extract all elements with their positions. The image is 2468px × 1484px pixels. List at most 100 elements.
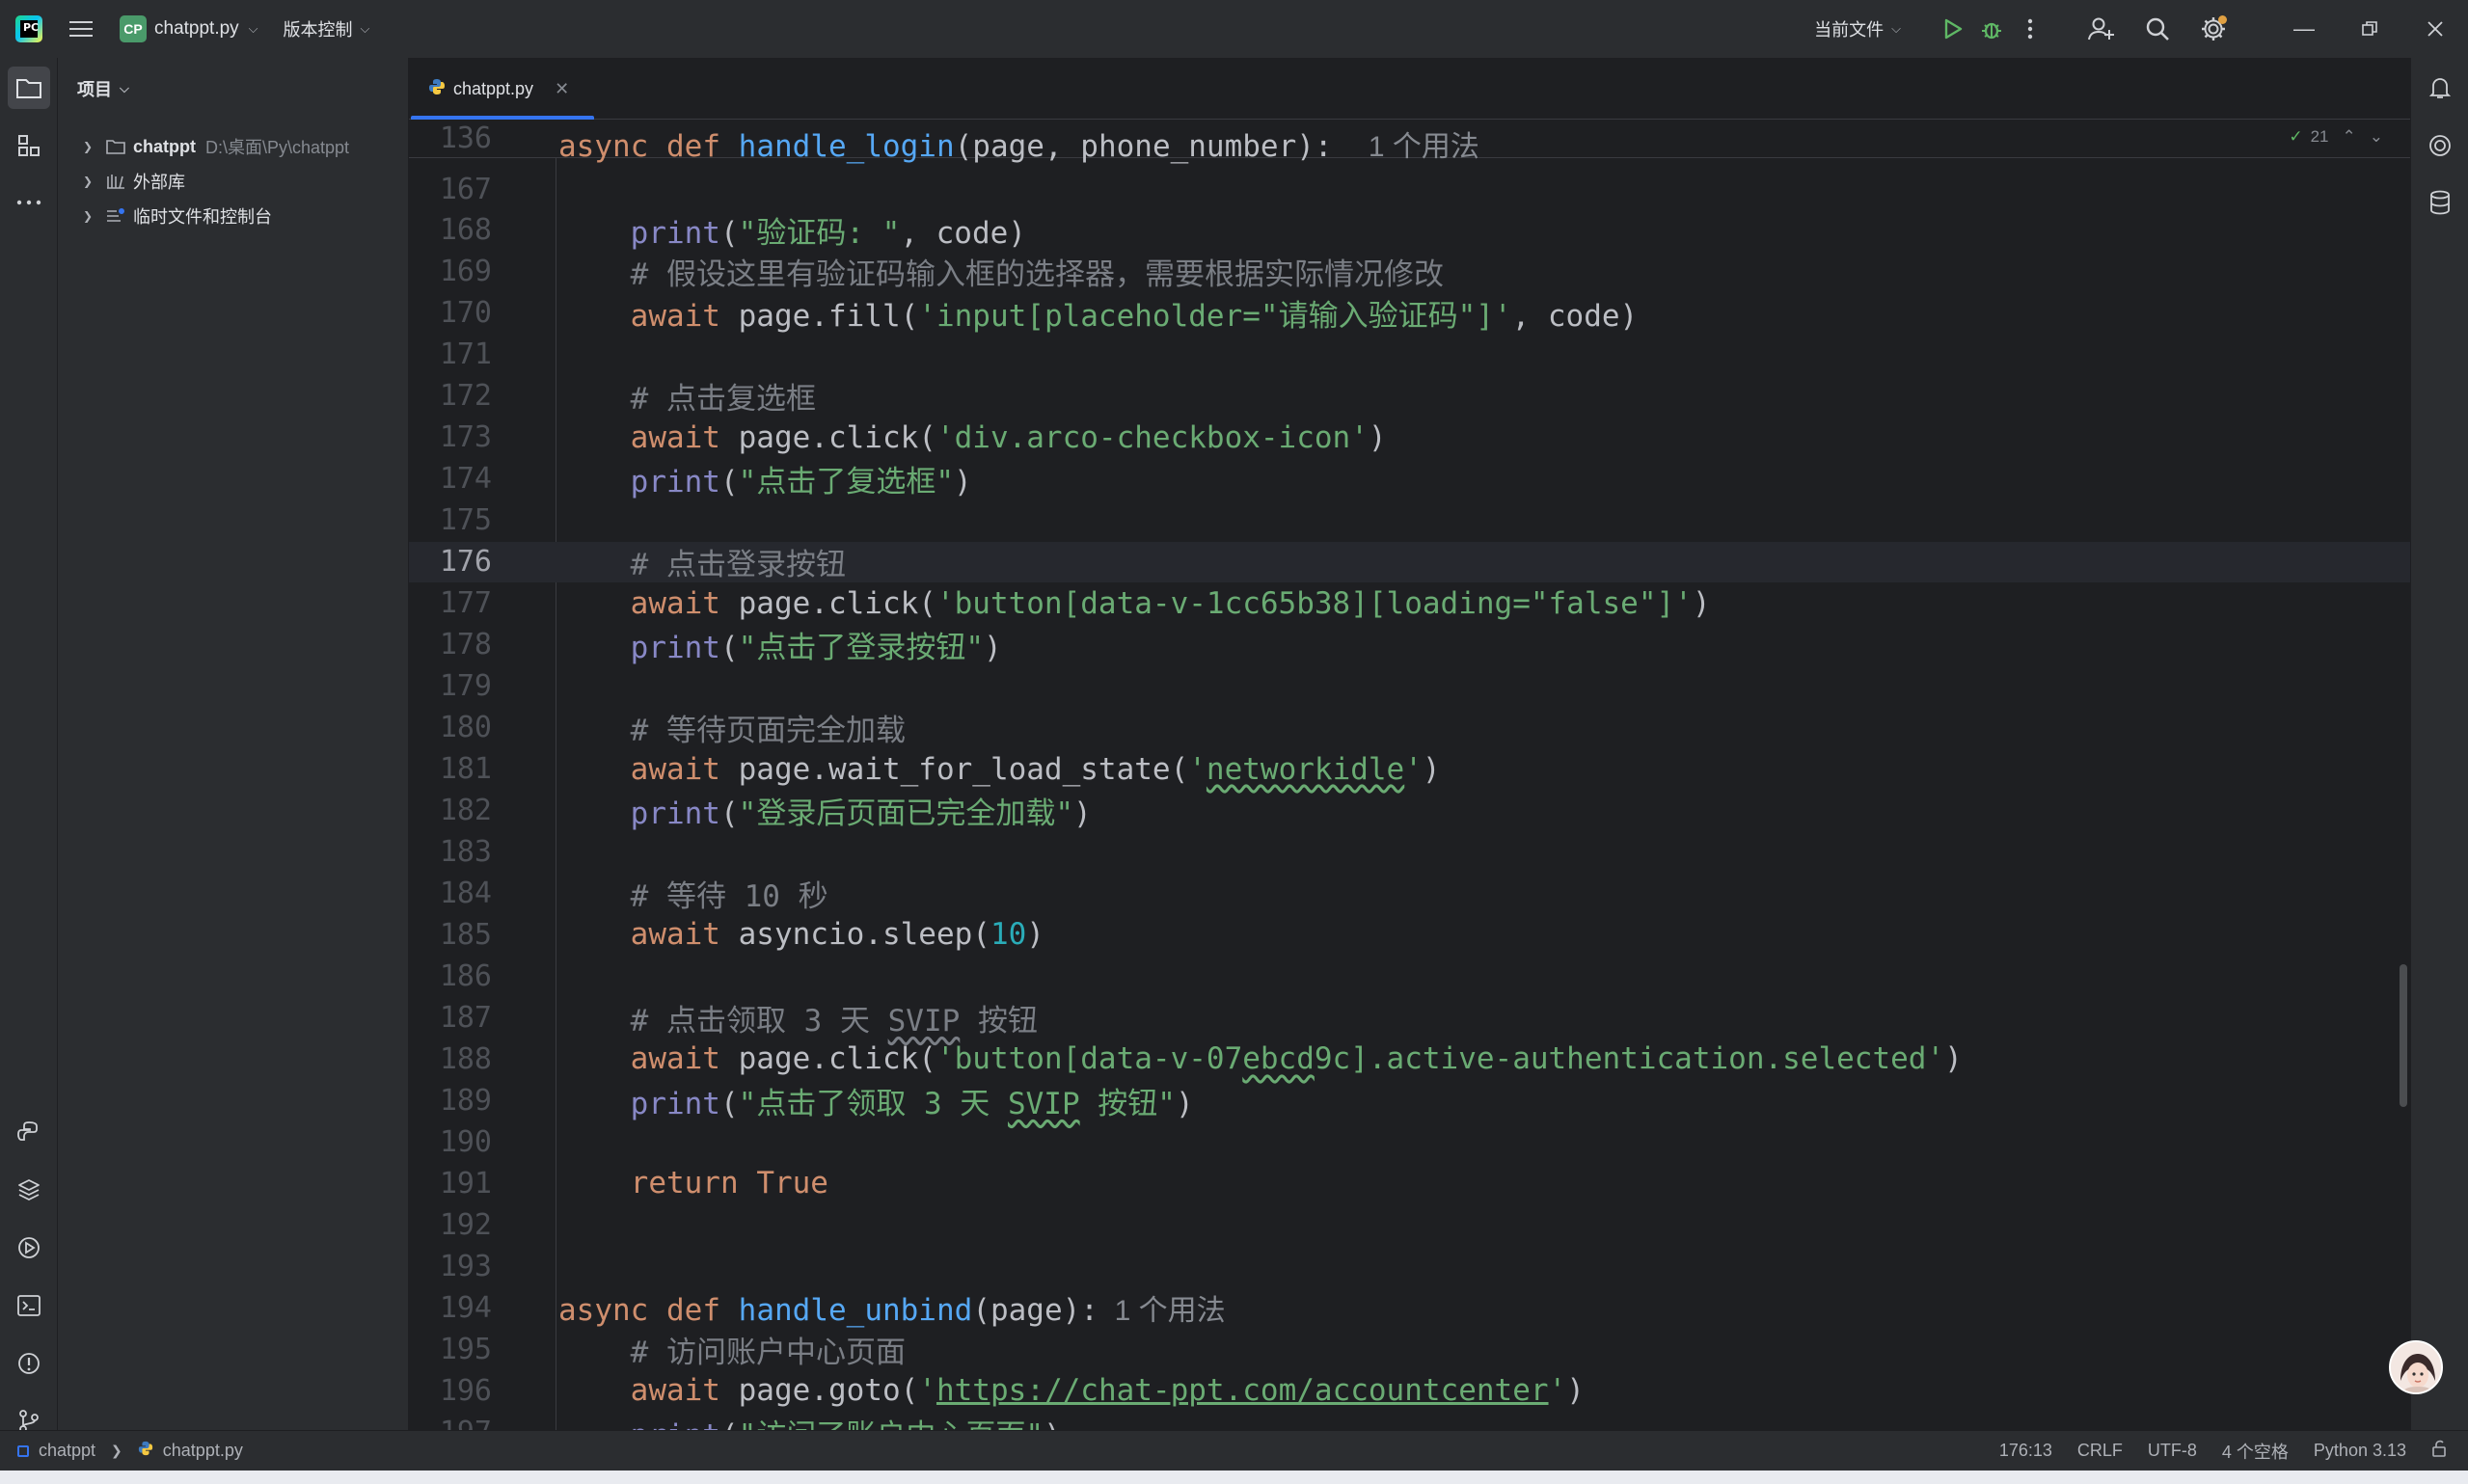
folder-icon bbox=[106, 138, 127, 155]
code-line[interactable]: 167 bbox=[409, 169, 2410, 209]
string-typo: networkidle bbox=[1206, 751, 1405, 787]
code-line[interactable]: 174 print("点击了复选框") bbox=[409, 459, 2410, 499]
code-line[interactable]: 194 async def handle_unbind(page): 1 个用法 bbox=[409, 1287, 2410, 1329]
chevron-up-icon[interactable]: ⌃ bbox=[2343, 127, 2356, 147]
code-line[interactable]: 176 # 点击登录按钮 bbox=[409, 540, 2410, 583]
line-number: 189 bbox=[439, 1083, 492, 1118]
more-tools-icon[interactable] bbox=[8, 181, 50, 224]
project-tool-icon[interactable] bbox=[8, 67, 50, 109]
breadcrumb-project[interactable]: chatppt bbox=[39, 1441, 95, 1461]
chevron-right-icon[interactable]: ❯ bbox=[83, 175, 96, 188]
chevron-right-icon[interactable]: ❯ bbox=[83, 209, 96, 223]
lock-icon[interactable] bbox=[2431, 1440, 2449, 1462]
code-text: page.click( bbox=[719, 1041, 936, 1077]
python-interpreter[interactable]: Python 3.13 bbox=[2314, 1441, 2406, 1461]
notifications-bell-icon[interactable] bbox=[2419, 67, 2461, 109]
services-icon[interactable] bbox=[8, 1227, 50, 1269]
project-widget[interactable]: CP chatppt.py ⌵ bbox=[120, 15, 258, 42]
code-editor[interactable]: 136 async def handle_login(page, phone_n… bbox=[409, 120, 2410, 1430]
line-number: 170 bbox=[439, 296, 492, 331]
vcs-widget[interactable]: 版本控制 ⌵ bbox=[284, 16, 370, 41]
settings-gear-icon[interactable] bbox=[2194, 10, 2233, 48]
terminal-icon[interactable] bbox=[8, 1284, 50, 1327]
tree-item-label: 临时文件和控制台 bbox=[133, 207, 272, 227]
code-line[interactable]: 196 await page.goto('https://chat-ppt.co… bbox=[409, 1370, 2410, 1411]
usage-hint[interactable]: 1 个用法 bbox=[1098, 1295, 1226, 1327]
search-icon[interactable] bbox=[2138, 10, 2177, 48]
more-vertical-icon[interactable] bbox=[2011, 10, 2049, 48]
code-line[interactable]: 181 await page.wait_for_load_state('netw… bbox=[409, 749, 2410, 790]
code-line[interactable]: 191 return True bbox=[409, 1163, 2410, 1203]
file-encoding[interactable]: UTF-8 bbox=[2148, 1441, 2197, 1461]
code-line[interactable]: 190 bbox=[409, 1121, 2410, 1162]
code-line[interactable]: 188 await page.click('button[data-v-07eb… bbox=[409, 1039, 2410, 1079]
line-number: 187 bbox=[439, 1000, 492, 1035]
code-line[interactable]: 182 print("登录后页面已完全加载") bbox=[409, 791, 2410, 831]
line-number: 183 bbox=[439, 834, 492, 869]
run-icon[interactable] bbox=[1934, 10, 1972, 48]
code-line[interactable]: 177 await page.click('button[data-v-1cc6… bbox=[409, 583, 2410, 624]
usage-hint[interactable]: 1 个用法 bbox=[1369, 131, 1479, 163]
python-console-icon[interactable] bbox=[8, 1111, 50, 1153]
ai-assistant-icon[interactable] bbox=[2419, 124, 2461, 167]
code-line[interactable]: 171 bbox=[409, 335, 2410, 375]
add-user-icon[interactable] bbox=[2082, 10, 2121, 48]
tree-item-external-libraries[interactable]: ❯ 外部库 bbox=[58, 164, 408, 199]
code-content: # 点击登录按钮 bbox=[558, 540, 846, 583]
keyword: await bbox=[630, 1373, 720, 1409]
close-tab-icon[interactable]: ✕ bbox=[555, 79, 569, 99]
line-separator[interactable]: CRLF bbox=[2077, 1441, 2123, 1461]
chevron-down-icon[interactable]: ⌄ bbox=[2370, 127, 2383, 147]
python-packages-icon[interactable] bbox=[8, 1169, 50, 1211]
minimize-button[interactable]: — bbox=[2271, 0, 2337, 58]
editor-tab-chatppt[interactable]: chatppt.py ✕ bbox=[409, 58, 594, 121]
inspection-widget[interactable]: ✓ 21 ⌃ ⌄ bbox=[2289, 127, 2383, 147]
restore-button[interactable] bbox=[2337, 0, 2402, 58]
code-line[interactable]: 180 # 等待页面完全加载 bbox=[409, 708, 2410, 748]
assistant-avatar[interactable] bbox=[2389, 1340, 2443, 1394]
code-line[interactable]: 195 # 访问账户中心页面 bbox=[409, 1329, 2410, 1370]
code-line[interactable]: 197 print("访问了账户中心页面") bbox=[409, 1412, 2410, 1430]
chevron-right-icon[interactable]: ❯ bbox=[83, 140, 96, 153]
code-line[interactable]: 183 bbox=[409, 831, 2410, 872]
database-icon[interactable] bbox=[2419, 181, 2461, 224]
tree-item-project-root[interactable]: ❯ chatppt D:\桌面\Py\chatppt bbox=[58, 129, 408, 164]
caret-position[interactable]: 176:13 bbox=[1999, 1441, 2052, 1461]
scrollbar-thumb[interactable] bbox=[2400, 964, 2407, 1107]
code-line[interactable]: 169 # 假设这里有验证码输入框的选择器，需要根据实际情况修改 bbox=[409, 252, 2410, 292]
code-line[interactable]: 185 await asyncio.sleep(10) bbox=[409, 914, 2410, 955]
breadcrumb-file[interactable]: chatppt.py bbox=[163, 1441, 243, 1461]
code-line[interactable]: 187 # 点击领取 3 天 SVIP 按钮 bbox=[409, 997, 2410, 1039]
code-line[interactable]: 175 bbox=[409, 500, 2410, 541]
code-content: # 点击复选框 bbox=[558, 374, 816, 418]
code-line[interactable]: 189 print("点击了领取 3 天 SVIP 按钮") bbox=[409, 1080, 2410, 1121]
debug-icon[interactable] bbox=[1972, 10, 2011, 48]
run-config-selector[interactable]: 当前文件 ⌵ bbox=[1814, 16, 1901, 41]
left-tool-strip bbox=[0, 58, 58, 1433]
problems-icon[interactable] bbox=[8, 1342, 50, 1385]
code-line[interactable]: 186 bbox=[409, 956, 2410, 996]
code-line[interactable]: 172 # 点击复选框 bbox=[409, 376, 2410, 417]
code-line[interactable]: 184 # 等待 10 秒 bbox=[409, 873, 2410, 914]
code-text: , code) bbox=[1511, 299, 1639, 335]
sticky-function-header[interactable]: 136 async def handle_login(page, phone_n… bbox=[409, 120, 2410, 164]
project-panel-header[interactable]: 项目 ⌵ bbox=[58, 58, 408, 120]
code-text: page.wait_for_load_state( bbox=[719, 751, 1189, 787]
code-line[interactable]: 178 print("点击了登录按钮") bbox=[409, 625, 2410, 665]
main-menu-icon[interactable] bbox=[69, 15, 96, 42]
code-line[interactable]: 192 bbox=[409, 1204, 2410, 1245]
code-line[interactable]: 193 bbox=[409, 1246, 2410, 1286]
indent-setting[interactable]: 4 个空格 bbox=[2222, 1439, 2289, 1464]
code-line[interactable]: 168 print("验证码: ", code) bbox=[409, 210, 2410, 251]
tree-item-scratches[interactable]: ❯ 临时文件和控制台 bbox=[58, 199, 408, 233]
keyword: await bbox=[630, 751, 720, 787]
code-line[interactable]: 179 bbox=[409, 666, 2410, 707]
close-window-button[interactable] bbox=[2402, 0, 2468, 58]
code-line[interactable]: 173 await page.click('div.arco-checkbox-… bbox=[409, 418, 2410, 458]
structure-tool-icon[interactable] bbox=[8, 124, 50, 167]
vertical-scrollbar[interactable] bbox=[2397, 120, 2410, 1430]
code-line[interactable]: 170 await page.fill('input[placeholder="… bbox=[409, 293, 2410, 334]
